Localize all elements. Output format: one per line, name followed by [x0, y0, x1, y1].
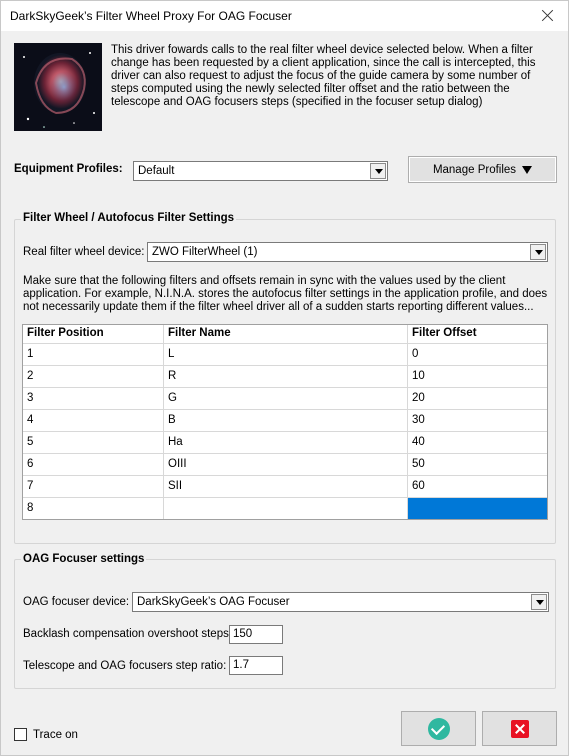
table-row: 4 B 30	[23, 409, 547, 431]
cell-name[interactable]: G	[163, 388, 407, 409]
chevron-down-icon[interactable]	[530, 244, 546, 260]
check-circle-icon	[427, 717, 450, 740]
chevron-down-icon[interactable]	[531, 594, 547, 610]
dialog-window: DarkSkyGeek’s Filter Wheel Proxy For OAG…	[0, 0, 569, 756]
column-header-position[interactable]: Filter Position	[23, 325, 163, 343]
manage-profiles-button[interactable]: Manage Profiles	[408, 156, 557, 183]
column-header-offset[interactable]: Filter Offset	[407, 325, 547, 343]
table-row: 8	[23, 497, 547, 519]
filter-table: Filter Position Filter Name Filter Offse…	[22, 324, 548, 520]
cell-offset[interactable]: 0	[407, 344, 547, 365]
sync-note: Make sure that the following filters and…	[23, 275, 548, 313]
cell-position[interactable]: 8	[23, 498, 163, 519]
ok-button[interactable]	[401, 711, 476, 746]
table-row: 3 G 20	[23, 387, 547, 409]
cell-position[interactable]: 4	[23, 410, 163, 431]
cell-offset[interactable]: 40	[407, 432, 547, 453]
table-row: 2 R 10	[23, 365, 547, 387]
cell-offset[interactable]: 30	[407, 410, 547, 431]
filter-wheel-device-label: Real filter wheel device:	[23, 246, 145, 258]
window-title: DarkSkyGeek’s Filter Wheel Proxy For OAG…	[10, 9, 292, 23]
manage-profiles-label: Manage Profiles	[432, 163, 517, 176]
ratio-label: Telescope and OAG focusers step ratio:	[23, 660, 227, 672]
cell-name[interactable]: Ha	[163, 432, 407, 453]
trace-label: Trace on	[33, 729, 78, 741]
cell-position[interactable]: 5	[23, 432, 163, 453]
cell-name[interactable]: B	[163, 410, 407, 431]
title-bar: DarkSkyGeek’s Filter Wheel Proxy For OAG…	[1, 1, 568, 31]
nebula-image	[14, 43, 102, 131]
backlash-label: Backlash compensation overshoot steps:	[23, 628, 233, 640]
equipment-profiles-label: Equipment Profiles:	[14, 163, 123, 175]
table-row: 7 SII 60	[23, 475, 547, 497]
cell-name[interactable]	[163, 498, 407, 519]
cell-offset[interactable]: 10	[407, 366, 547, 387]
cancel-button[interactable]	[482, 711, 557, 746]
cell-offset[interactable]: 20	[407, 388, 547, 409]
cell-name[interactable]: R	[163, 366, 407, 387]
cell-name[interactable]: SII	[163, 476, 407, 497]
table-row: 1 L 0	[23, 343, 547, 365]
table-row: 6 OIII 50	[23, 453, 547, 475]
oag-settings-title: OAG Focuser settings	[21, 553, 147, 565]
filter-wheel-device-select[interactable]: ZWO FilterWheel (1)	[147, 242, 548, 262]
column-header-name[interactable]: Filter Name	[163, 325, 407, 343]
cell-offset-selected[interactable]	[407, 498, 547, 519]
oag-device-label: OAG focuser device:	[23, 596, 130, 608]
filter-wheel-device-value: ZWO FilterWheel (1)	[152, 246, 258, 258]
filter-settings-title: Filter Wheel / Autofocus Filter Settings	[21, 212, 237, 224]
cell-name[interactable]: L	[163, 344, 407, 365]
cell-position[interactable]: 1	[23, 344, 163, 365]
dropdown-arrow-icon	[522, 165, 533, 174]
cell-offset[interactable]: 60	[407, 476, 547, 497]
cell-position[interactable]: 7	[23, 476, 163, 497]
table-header: Filter Position Filter Name Filter Offse…	[23, 325, 547, 343]
equipment-profile-select[interactable]: Default	[133, 161, 388, 181]
cell-position[interactable]: 6	[23, 454, 163, 475]
backlash-input[interactable]: 150	[229, 625, 283, 644]
cell-offset[interactable]: 50	[407, 454, 547, 475]
cell-name[interactable]: OIII	[163, 454, 407, 475]
table-row: 5 Ha 40	[23, 431, 547, 453]
cell-position[interactable]: 3	[23, 388, 163, 409]
close-icon[interactable]	[537, 5, 559, 27]
cell-position[interactable]: 2	[23, 366, 163, 387]
oag-device-select[interactable]: DarkSkyGeek’s OAG Focuser	[132, 592, 549, 612]
equipment-profile-value: Default	[138, 165, 175, 177]
trace-checkbox[interactable]	[14, 728, 27, 741]
oag-device-value: DarkSkyGeek’s OAG Focuser	[137, 596, 290, 608]
ratio-input[interactable]: 1.7	[229, 656, 283, 675]
close-square-icon	[510, 719, 529, 738]
chevron-down-icon[interactable]	[370, 163, 386, 179]
driver-description: This driver fowards calls to the real fi…	[111, 44, 536, 108]
